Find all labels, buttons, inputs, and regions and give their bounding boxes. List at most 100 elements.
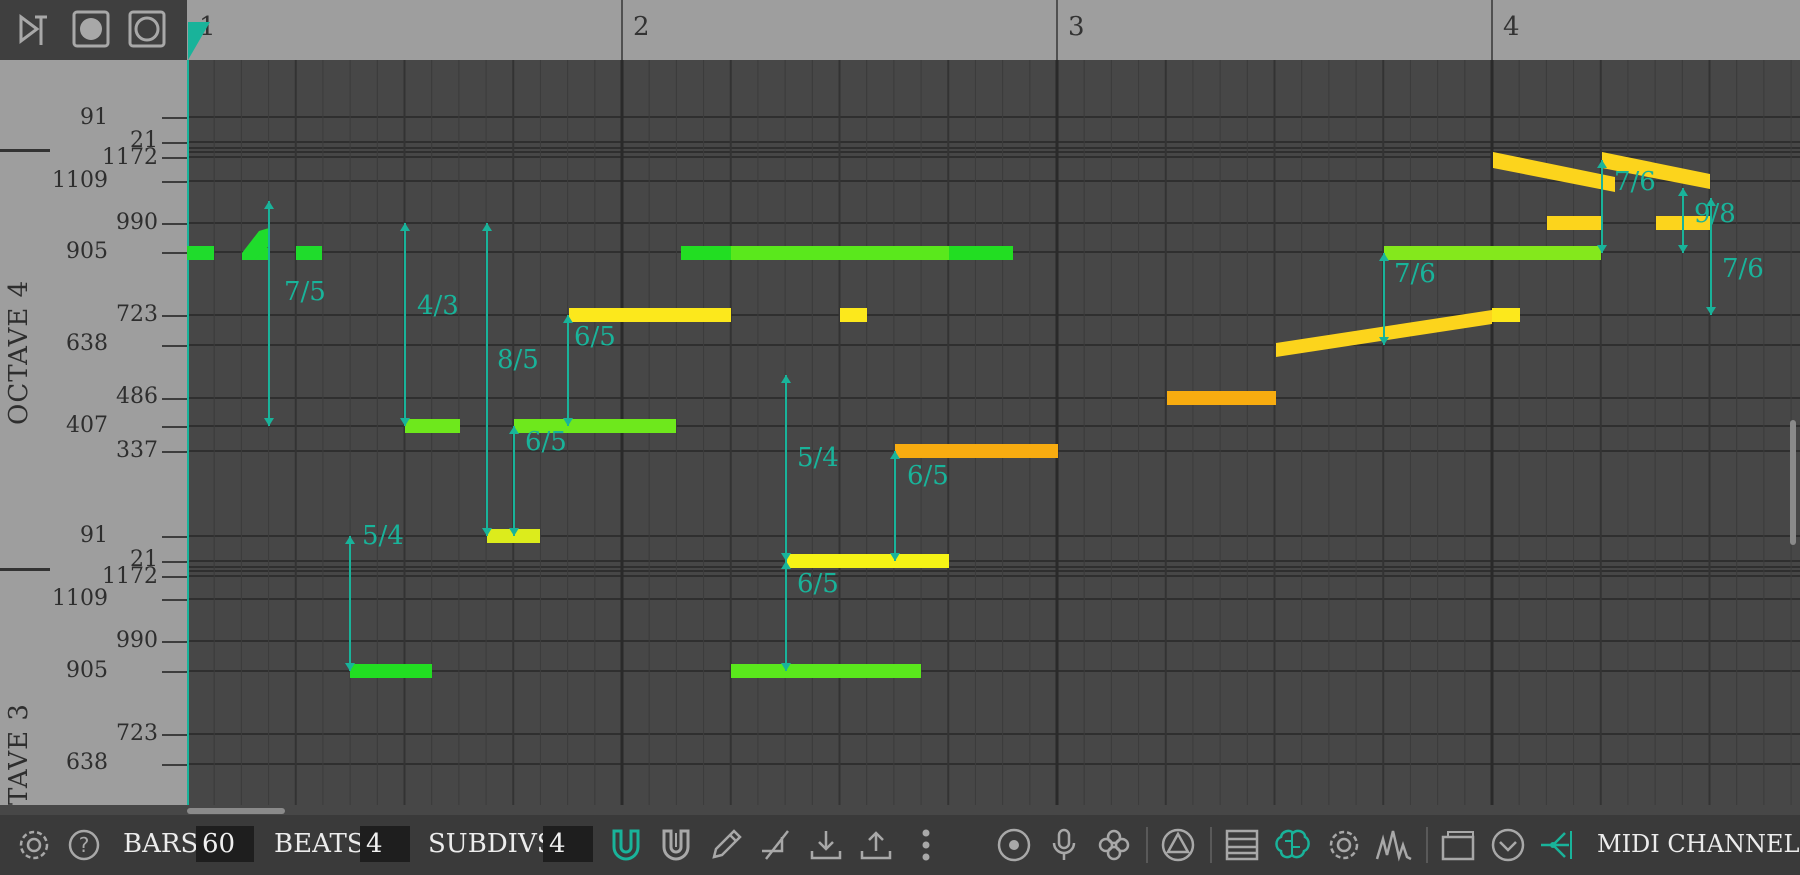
note[interactable] xyxy=(731,664,921,678)
note[interactable] xyxy=(569,308,731,322)
bar-divider xyxy=(1491,0,1493,60)
chevron-down-icon[interactable] xyxy=(1488,825,1528,865)
bars-input[interactable] xyxy=(196,826,254,862)
waveform-icon[interactable] xyxy=(1374,825,1414,865)
toolbar-separator xyxy=(1426,827,1428,863)
note-grid[interactable]: 7/5 4/3 8/5 6/5 6/5 5/4 5/4 6/5 6/5 7/6 7/6 9/8 7/6 xyxy=(187,60,1800,805)
interval-label: 7/5 xyxy=(284,277,326,307)
export-icon[interactable] xyxy=(856,825,896,865)
horizontal-scrollbar[interactable] xyxy=(187,808,285,814)
pitch-tick xyxy=(162,561,187,563)
note[interactable] xyxy=(1384,246,1601,260)
interval-label: 9/8 xyxy=(1694,199,1736,229)
bar-number: 3 xyxy=(1068,12,1085,42)
note[interactable] xyxy=(187,246,214,260)
record-dot-icon[interactable] xyxy=(994,825,1034,865)
playhead-flag-icon[interactable] xyxy=(188,22,210,60)
bars-label: BARS xyxy=(123,829,199,859)
note[interactable] xyxy=(786,554,949,568)
interval-label: 7/6 xyxy=(1394,259,1436,289)
bar-number: 2 xyxy=(633,12,650,42)
note[interactable] xyxy=(1547,216,1601,230)
pitch-label: 638 xyxy=(66,750,108,775)
timeline-ruler[interactable]: 1 2 3 4 xyxy=(187,0,1800,60)
note[interactable] xyxy=(405,419,460,433)
bottom-toolbar: ? BARS BEATS SUBDIVS xyxy=(0,815,1800,875)
pitch-label: 91 xyxy=(80,523,108,548)
interval-label: 4/3 xyxy=(417,291,459,321)
transport-controls xyxy=(0,0,187,60)
pitch-tick xyxy=(162,345,187,347)
microphone-icon[interactable] xyxy=(1044,825,1084,865)
pencil-icon[interactable] xyxy=(706,825,746,865)
pitch-tick xyxy=(162,451,187,453)
bar-divider xyxy=(621,0,623,60)
subdivs-input[interactable] xyxy=(543,826,593,862)
interval-label: 5/4 xyxy=(797,443,839,473)
note[interactable] xyxy=(895,444,1058,458)
note[interactable] xyxy=(1492,308,1520,322)
pitch-label: 723 xyxy=(116,721,158,746)
record-icon[interactable] xyxy=(68,6,114,52)
triangle-icon[interactable] xyxy=(1158,825,1198,865)
loop-record-icon[interactable] xyxy=(124,6,170,52)
pitch-tick xyxy=(162,576,187,578)
clover-icon[interactable] xyxy=(1094,825,1134,865)
note[interactable] xyxy=(350,664,432,678)
pitch-label: 990 xyxy=(116,210,158,235)
beats-label: BEATS xyxy=(274,829,365,859)
pitch-tick xyxy=(162,398,187,400)
subdivs-label: SUBDIVS xyxy=(428,829,555,859)
beats-input[interactable] xyxy=(360,826,410,862)
bar-divider xyxy=(1056,0,1058,60)
pitch-label: 638 xyxy=(66,331,108,356)
pitch-label: 905 xyxy=(66,658,108,683)
note[interactable] xyxy=(840,308,867,322)
pitch-tick xyxy=(162,117,187,119)
octave-divider xyxy=(0,149,50,152)
interval-label: 6/5 xyxy=(574,322,616,352)
window-icon[interactable] xyxy=(1438,825,1478,865)
pitch-tick xyxy=(162,426,187,428)
note[interactable] xyxy=(1167,391,1276,405)
pitch-tick xyxy=(162,181,187,183)
layers-icon[interactable] xyxy=(1222,825,1262,865)
pitch-tick xyxy=(162,536,187,538)
no-velocity-icon[interactable] xyxy=(756,825,796,865)
pitch-label: 486 xyxy=(116,384,158,409)
gear-icon[interactable] xyxy=(1324,825,1364,865)
import-icon[interactable] xyxy=(806,825,846,865)
vertical-scrollbar[interactable] xyxy=(1790,420,1796,545)
interval-label: 6/5 xyxy=(797,569,839,599)
pitch-label: 407 xyxy=(66,413,108,438)
note[interactable] xyxy=(296,246,322,260)
pitch-tick xyxy=(162,764,187,766)
brain-icon[interactable] xyxy=(1272,825,1312,865)
note[interactable] xyxy=(731,246,949,260)
help-icon[interactable]: ? xyxy=(64,825,104,865)
magnet-snap-icon[interactable] xyxy=(606,825,646,865)
octave-divider xyxy=(0,568,50,571)
pitch-label: 990 xyxy=(116,628,158,653)
settings-icon[interactable] xyxy=(14,825,54,865)
magnet-snap-off-icon[interactable] xyxy=(656,825,696,865)
pitch-tick xyxy=(162,641,187,643)
toolbar-separator xyxy=(1210,827,1212,863)
pitch-ruler: OCTAVE 4 TAVE 3 91 21 1172 1109 990 905 … xyxy=(0,60,187,805)
toolbar-separator xyxy=(1146,827,1148,863)
more-vertical-icon[interactable] xyxy=(906,825,946,865)
note-grid-canvas[interactable]: 7/5 4/3 8/5 6/5 6/5 5/4 5/4 6/5 6/5 7/6 7/6 9/8 7/6 xyxy=(187,60,1800,805)
pitch-tick xyxy=(162,252,187,254)
piano-roll-app: 1 2 3 4 OCTAVE 4 TAVE 3 91 21 1172 1109 … xyxy=(0,0,1800,875)
pitch-tick xyxy=(162,734,187,736)
tree-icon[interactable] xyxy=(1538,825,1578,865)
pitch-label: 1109 xyxy=(52,168,108,193)
play-from-cursor-icon[interactable] xyxy=(12,6,58,52)
pitch-label: 337 xyxy=(116,438,158,463)
pitch-tick xyxy=(162,157,187,159)
interval-label: 6/5 xyxy=(525,427,567,457)
interval-label: 5/4 xyxy=(362,521,404,551)
pitch-label: 905 xyxy=(66,239,108,264)
pitch-label: 1109 xyxy=(52,586,108,611)
midi-channel-label[interactable]: MIDI CHANNEL: 1 xyxy=(1597,830,1800,858)
